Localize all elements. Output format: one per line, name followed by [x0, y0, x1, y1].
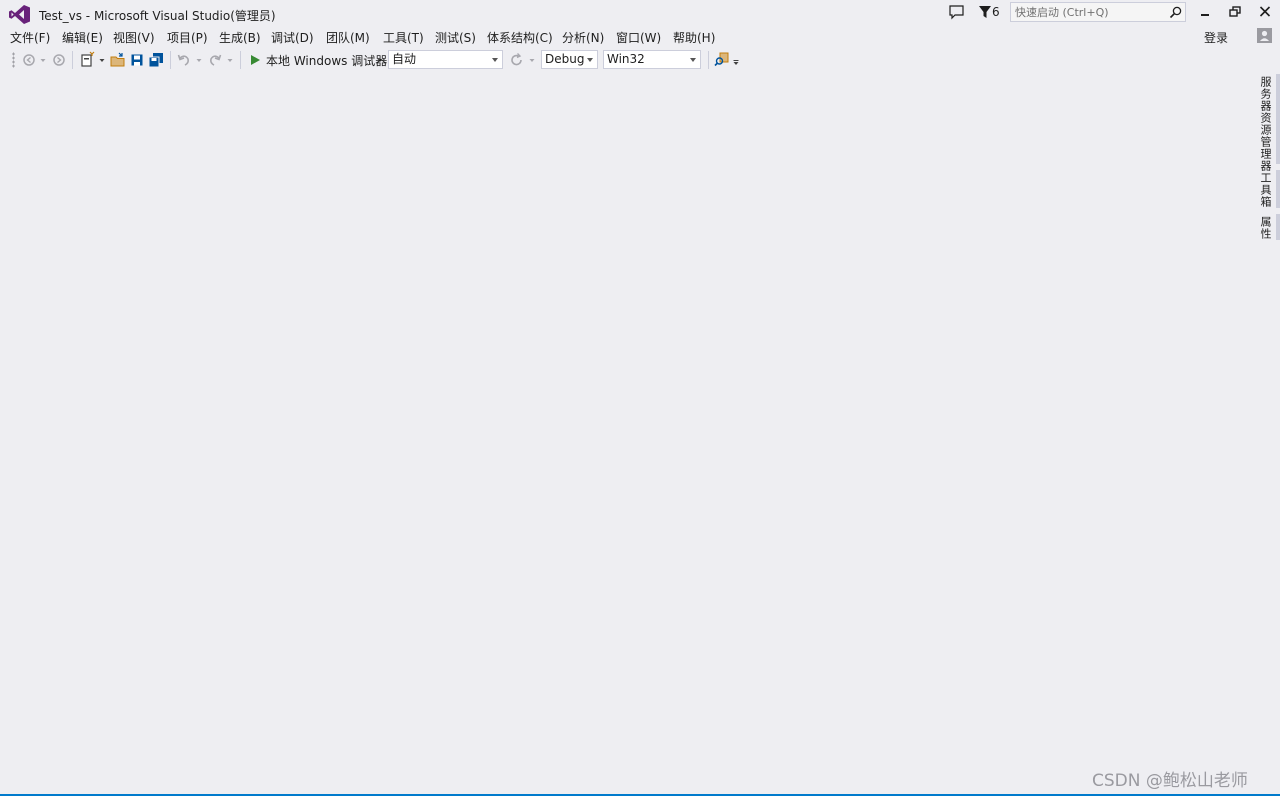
side-tab-label: 属性 [1259, 216, 1272, 240]
menu-view[interactable]: 视图(V) [111, 29, 157, 46]
side-tab-label: 服务器资源管理器 [1259, 76, 1272, 172]
menu-bar: 文件(F) 编辑(E) 视图(V) 项目(P) 生成(B) 调试(D) 团队(M… [0, 28, 1280, 48]
side-tab-toolbox[interactable]: 工具箱 [1254, 170, 1280, 208]
save-icon[interactable] [130, 51, 144, 69]
chevron-down-icon [587, 58, 593, 62]
redo-icon[interactable] [208, 51, 222, 69]
platform-value: Win32 [607, 52, 645, 66]
menu-file[interactable]: 文件(F) [8, 29, 52, 46]
solution-platform-combo[interactable]: Win32 [603, 50, 701, 69]
menu-analyze[interactable]: 分析(N) [560, 29, 606, 46]
toolbar-separator [708, 51, 709, 69]
chevron-down-icon [492, 58, 498, 62]
close-icon[interactable] [1254, 3, 1276, 21]
new-dropdown-icon[interactable] [98, 51, 106, 69]
solution-config-combo[interactable]: 自动 [388, 50, 503, 69]
tab-indicator [1276, 170, 1280, 208]
menu-edit[interactable]: 编辑(E) [60, 29, 105, 46]
restore-icon[interactable] [1224, 3, 1246, 21]
undo-dropdown-icon[interactable] [195, 51, 203, 69]
menu-test[interactable]: 测试(S) [433, 29, 478, 46]
side-tab-server-explorer[interactable]: 服务器资源管理器 [1254, 74, 1280, 172]
start-debugging-icon[interactable] [249, 51, 261, 69]
tab-indicator [1276, 74, 1280, 164]
find-in-files-icon[interactable] [714, 51, 730, 69]
refresh-dropdown-icon[interactable] [528, 51, 536, 69]
toolbar-separator [170, 51, 171, 69]
side-tab-properties[interactable]: 属性 [1254, 214, 1280, 240]
watermark: CSDN @鲍松山老师 [1092, 771, 1248, 791]
account-icon[interactable] [1257, 28, 1272, 43]
menu-build[interactable]: 生成(B) [217, 29, 263, 46]
start-debugging-button[interactable]: 本地 Windows 调试器 [266, 52, 387, 69]
back-dropdown-icon[interactable] [39, 51, 47, 69]
notification-flag-icon[interactable] [978, 4, 992, 20]
toolbar-separator [72, 51, 73, 69]
feedback-icon[interactable] [948, 4, 965, 21]
refresh-icon[interactable] [510, 51, 524, 69]
toolbar-grip[interactable] [12, 52, 15, 68]
new-project-icon[interactable] [80, 51, 95, 69]
navigate-back-icon[interactable] [22, 51, 36, 69]
quick-launch-input[interactable] [1011, 3, 1169, 21]
toolbar-options-icon[interactable] [732, 51, 740, 69]
menu-project[interactable]: 项目(P) [165, 29, 210, 46]
solution-configuration-combo[interactable]: Debug [541, 50, 598, 69]
tab-indicator [1276, 214, 1280, 240]
minimize-icon[interactable] [1194, 3, 1216, 21]
configuration-value: Debug [545, 52, 585, 66]
undo-icon[interactable] [177, 51, 191, 69]
visual-studio-logo-icon [9, 5, 30, 24]
menu-architecture[interactable]: 体系结构(C) [485, 29, 555, 46]
menu-team[interactable]: 团队(M) [324, 29, 372, 46]
navigate-forward-icon[interactable] [52, 51, 66, 69]
login-link[interactable]: 登录 [1204, 29, 1228, 46]
title-bar: Test_vs - Microsoft Visual Studio(管理员) 6 [0, 0, 1280, 28]
side-tab-label: 工具箱 [1259, 172, 1272, 208]
menu-tools[interactable]: 工具(T) [381, 29, 426, 46]
menu-window[interactable]: 窗口(W) [614, 29, 663, 46]
menu-debug[interactable]: 调试(D) [269, 29, 316, 46]
search-icon[interactable] [1169, 6, 1182, 19]
save-all-icon[interactable] [148, 51, 164, 69]
standard-toolbar: 自动 Debug Win32 [0, 48, 1250, 72]
toolbar-separator [240, 51, 241, 69]
window-title: Test_vs - Microsoft Visual Studio(管理员) [39, 9, 276, 23]
notification-count[interactable]: 6 [992, 5, 1000, 19]
open-file-icon[interactable] [110, 51, 126, 69]
solution-config-value: 自动 [392, 52, 417, 66]
chevron-down-icon [690, 58, 696, 62]
menu-help[interactable]: 帮助(H) [671, 29, 717, 46]
redo-dropdown-icon[interactable] [226, 51, 234, 69]
quick-launch-box[interactable] [1010, 2, 1186, 22]
